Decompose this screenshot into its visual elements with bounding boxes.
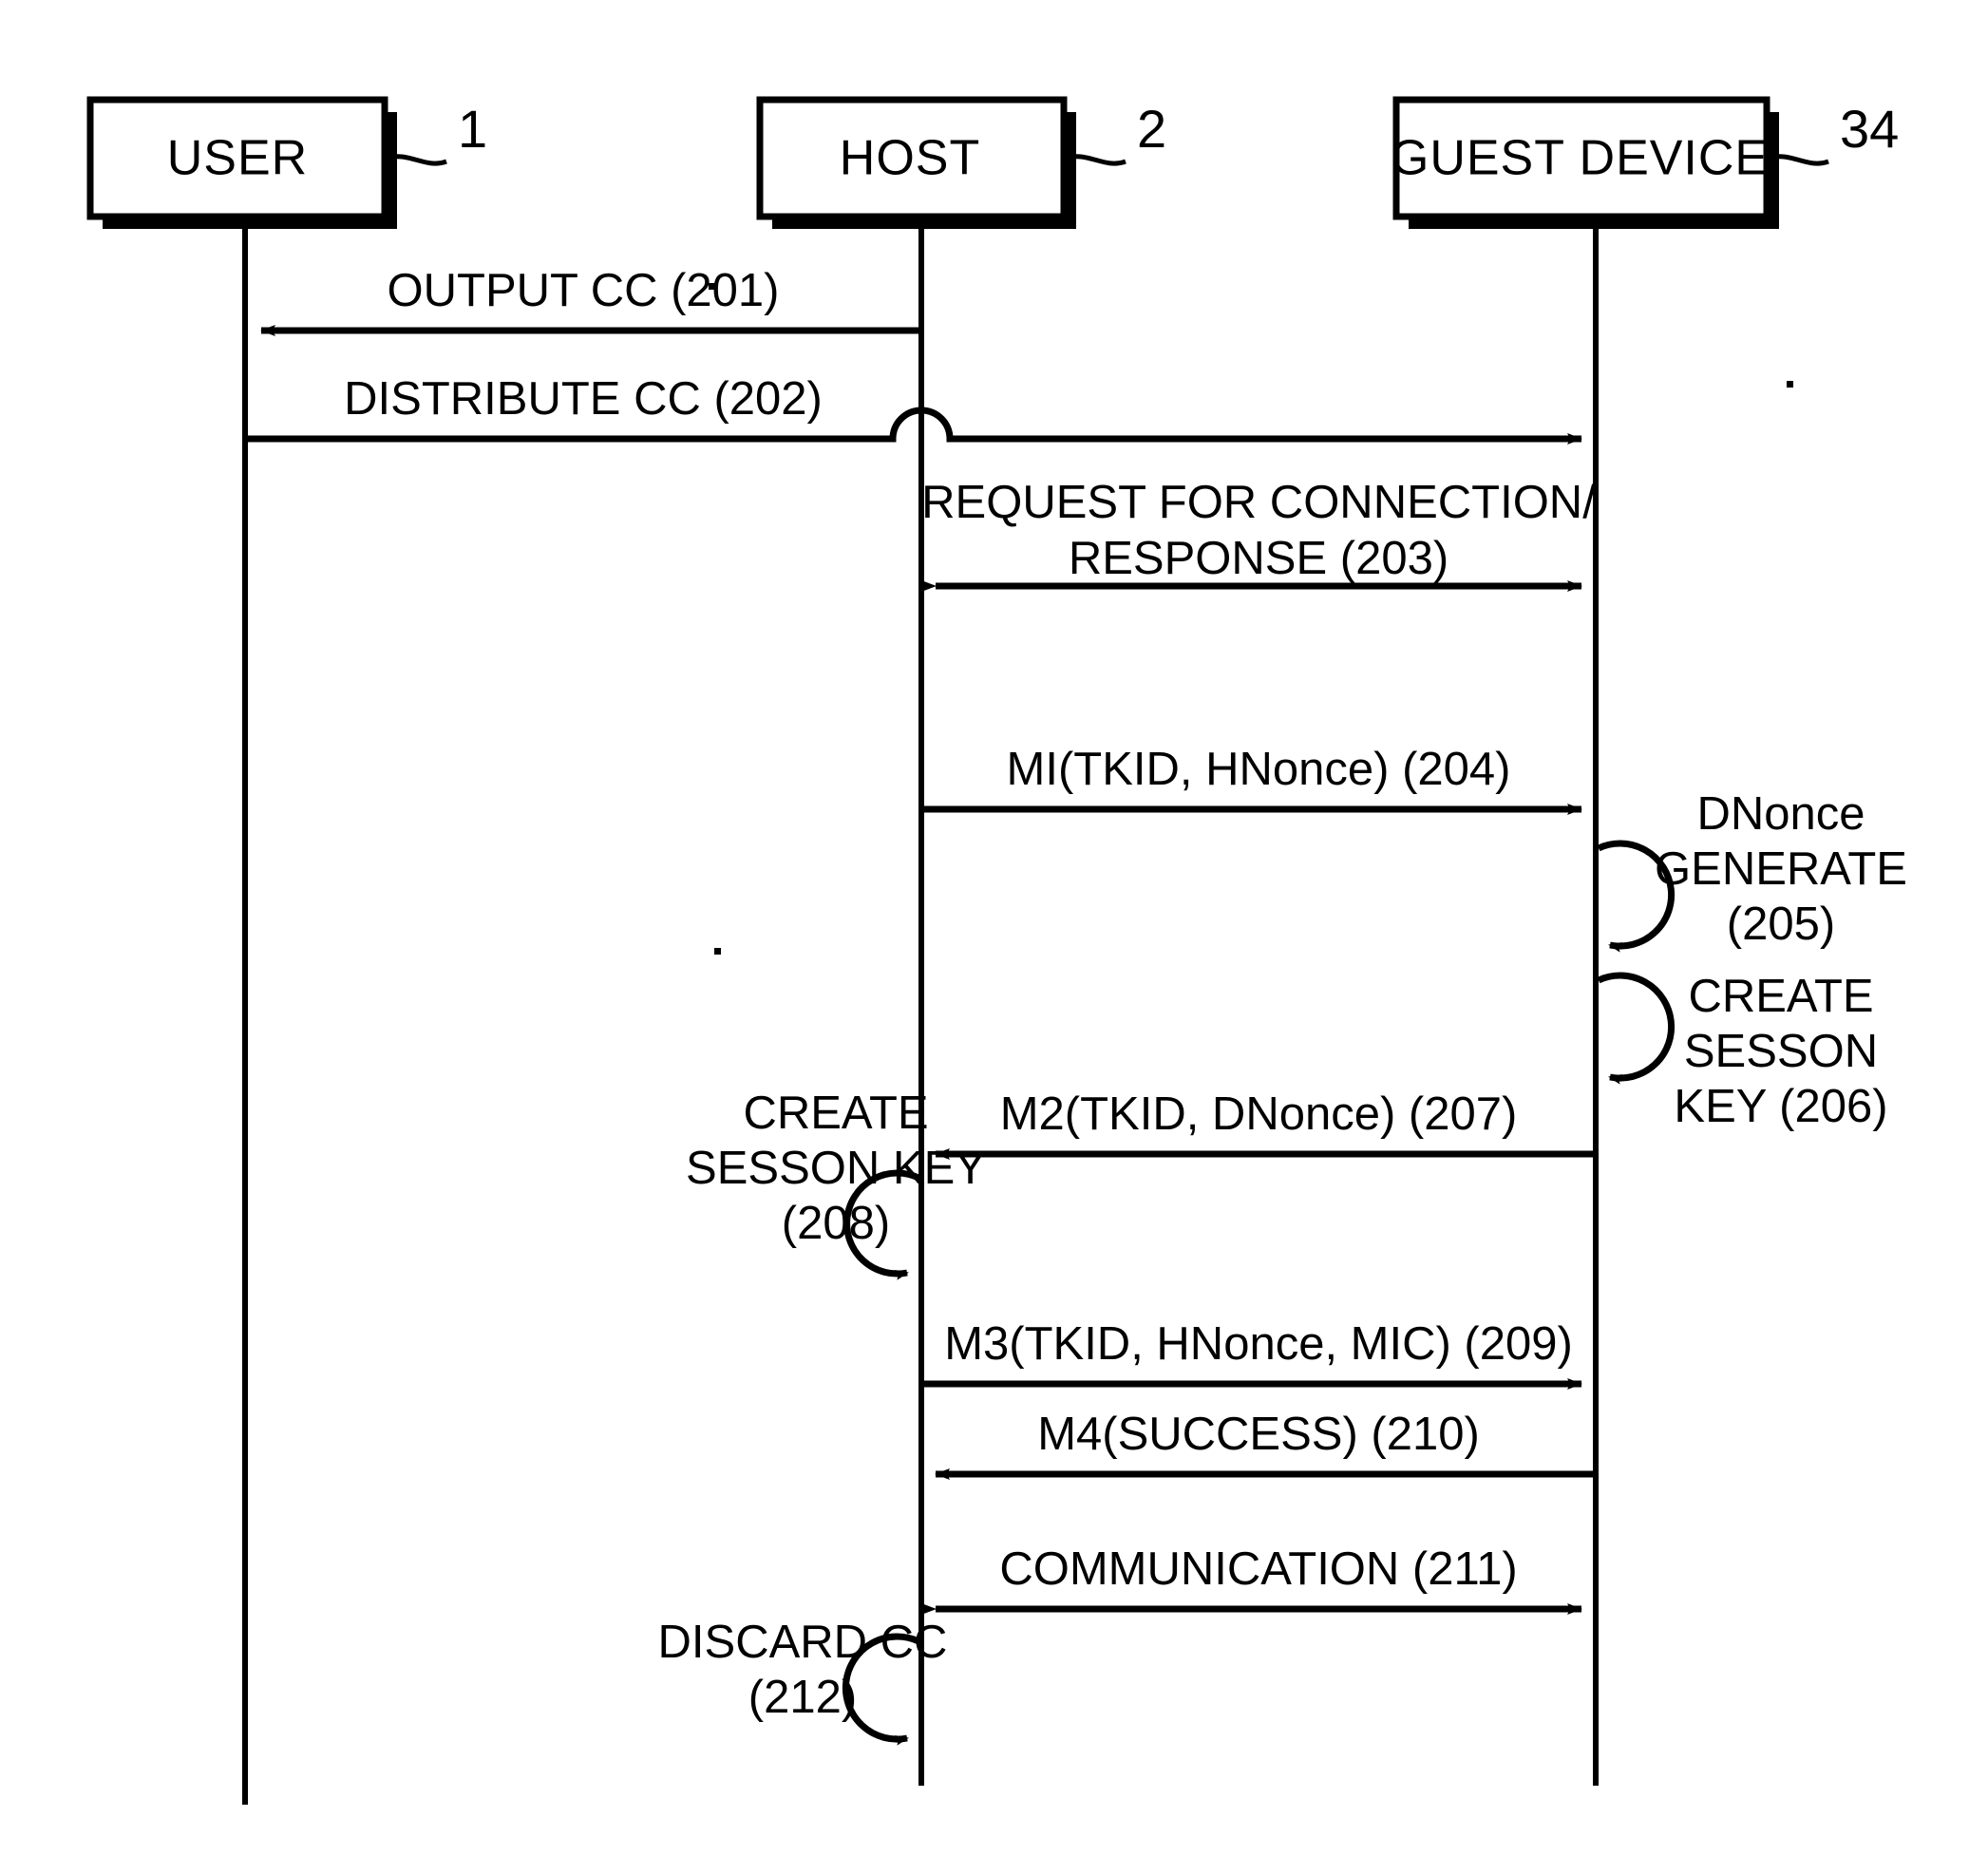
message-label-m2-tkid-dnonce: M2(TKID, DNonce) (207) xyxy=(1000,1088,1518,1140)
actor-label-host: HOST xyxy=(840,131,980,186)
reference-number-host: 2 xyxy=(1137,99,1166,159)
actor-label-guest-device: GUEST DEVICE xyxy=(1391,131,1769,186)
actor-guest-device: GUEST DEVICE 34 xyxy=(1391,96,1899,229)
actor-label-user: USER xyxy=(167,131,308,186)
message-m3-tkid-hnonce-mic: M3(TKID, HNonce, MIC) (209) xyxy=(921,1318,1582,1390)
message-label-output-cc: OUTPUT CC (201) xyxy=(388,265,780,316)
self-action-label-create-sesson-key-guest-line1: CREATE xyxy=(1688,971,1873,1022)
message-label-m1-tkid-hnonce: MI(TKID, HNonce) (204) xyxy=(1007,744,1511,795)
self-action-label-create-sesson-key-host-line2: SESSON KEY xyxy=(686,1143,986,1194)
self-action-dnonce-generate: DNonce GENERATE (205) xyxy=(1597,788,1907,953)
self-action-label-create-sesson-key-host-line1: CREATE xyxy=(743,1088,928,1139)
message-m4-success: M4(SUCCESS) (210) xyxy=(935,1409,1596,1480)
message-label-m3-tkid-hnonce-mic: M3(TKID, HNonce, MIC) (209) xyxy=(944,1318,1573,1370)
self-action-label-dnonce-generate-line1: DNonce xyxy=(1696,788,1865,840)
message-distribute-cc: DISTRIBUTE CC (202) xyxy=(245,373,1582,445)
self-action-label-create-sesson-key-host-line3: (208) xyxy=(782,1198,890,1249)
self-action-create-sesson-key-host: CREATE SESSON KEY (208) xyxy=(686,1088,986,1280)
reference-number-user: 1 xyxy=(458,99,487,159)
message-communication: COMMUNICATION (211) xyxy=(921,1543,1582,1615)
scan-speck xyxy=(709,283,715,290)
self-action-label-discard-cc-line2: (212) xyxy=(748,1672,857,1723)
sequence-diagram-svg: USER 1 HOST 2 GUEST DEVICE 34 OUTPUT CC … xyxy=(86,96,1907,1805)
message-output-cc: OUTPUT CC (201) xyxy=(260,265,921,336)
self-action-label-discard-cc-line1: DISCARD CC xyxy=(658,1617,948,1668)
message-label-m4-success: M4(SUCCESS) (210) xyxy=(1037,1409,1480,1460)
self-action-discard-cc: DISCARD CC (212) xyxy=(658,1617,948,1746)
actor-host: HOST 2 xyxy=(756,96,1166,229)
self-action-label-dnonce-generate-line2: GENERATE xyxy=(1655,843,1907,895)
self-action-label-dnonce-generate-line3: (205) xyxy=(1727,899,1835,950)
scan-artifacts xyxy=(709,283,1793,955)
reference-number-guest-device: 34 xyxy=(1840,99,1899,159)
message-label-request-for-connection-line2: RESPONSE (203) xyxy=(1069,533,1448,584)
message-m2-tkid-dnonce: M2(TKID, DNonce) (207) xyxy=(935,1088,1596,1160)
self-action-create-sesson-key-guest: CREATE SESSON KEY (206) xyxy=(1597,971,1888,1132)
message-label-distribute-cc: DISTRIBUTE CC (202) xyxy=(344,373,823,425)
actor-user: USER 1 xyxy=(86,96,487,229)
self-action-label-create-sesson-key-guest-line3: KEY (206) xyxy=(1674,1081,1887,1132)
scan-speck xyxy=(1787,381,1793,388)
message-m1-tkid-hnonce: MI(TKID, HNonce) (204) xyxy=(921,744,1582,815)
message-label-request-for-connection-line1: REQUEST FOR CONNECTION/ xyxy=(921,477,1596,528)
message-label-communication: COMMUNICATION (211) xyxy=(999,1543,1517,1595)
scan-speck xyxy=(714,948,721,955)
self-action-label-create-sesson-key-guest-line2: SESSON xyxy=(1684,1026,1878,1077)
self-loop-arc-create-sesson-key-guest xyxy=(1597,972,1676,1085)
sequence-diagram-canvas: USER 1 HOST 2 GUEST DEVICE 34 OUTPUT CC … xyxy=(0,0,1988,1874)
message-request-for-connection: REQUEST FOR CONNECTION/ RESPONSE (203) xyxy=(921,477,1596,592)
